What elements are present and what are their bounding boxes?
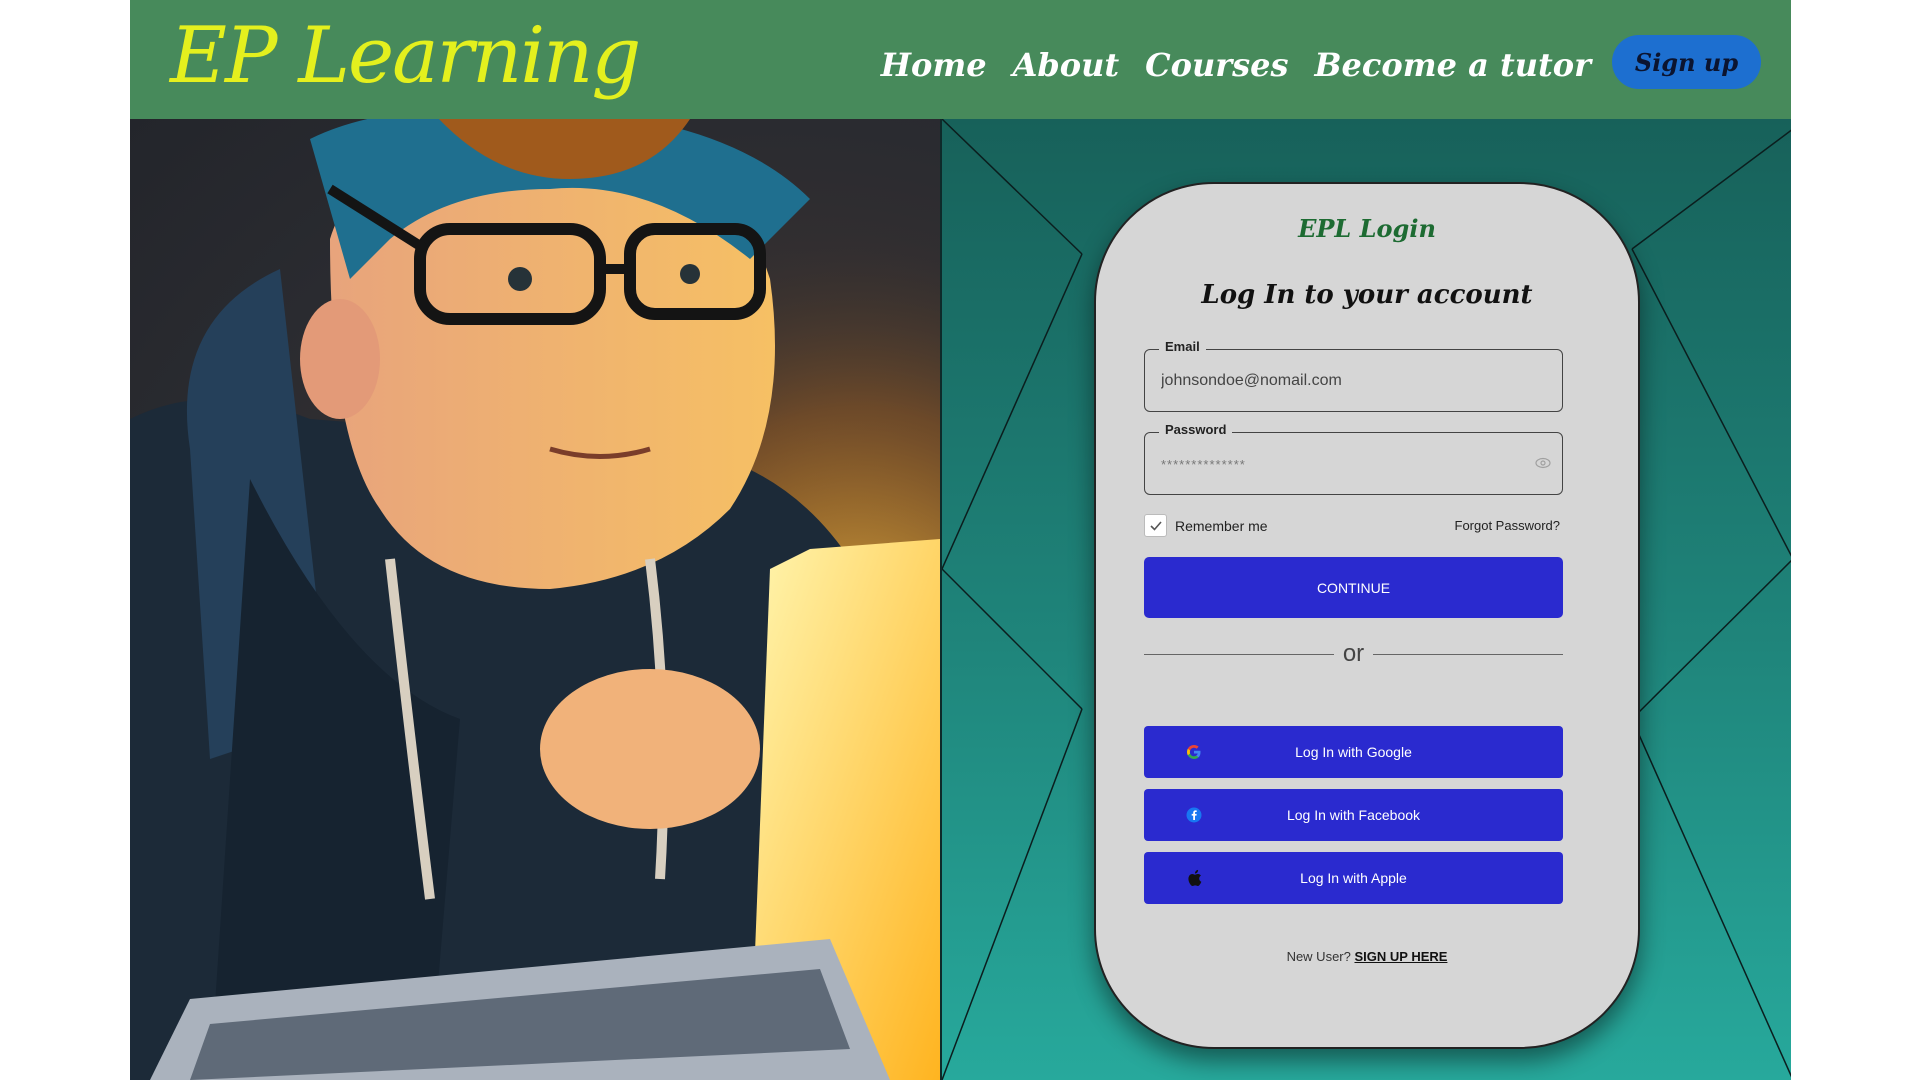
email-label: Email	[1159, 339, 1206, 354]
apple-login-label: Log In with Apple	[1300, 870, 1407, 886]
email-field[interactable]: Email	[1144, 339, 1563, 412]
facebook-login-label: Log In with Facebook	[1286, 807, 1421, 823]
card-brand: EPL Login	[1298, 214, 1436, 243]
nav-become-tutor[interactable]: Become a tutor	[1315, 40, 1592, 90]
google-login-label: Log In with Google	[1295, 744, 1412, 760]
forgot-password-link[interactable]: Forgot Password?	[1455, 518, 1561, 533]
remember-me: Remember me	[1144, 514, 1268, 537]
nav-home[interactable]: Home	[881, 40, 987, 90]
new-user-text: New User?	[1286, 949, 1351, 964]
apple-icon	[1184, 868, 1204, 888]
logo[interactable]: EP Learning	[170, 6, 641, 106]
facebook-icon	[1184, 805, 1204, 825]
nav-courses[interactable]: Courses	[1145, 40, 1288, 90]
top-header: EP Learning Home About Courses Become a …	[130, 0, 1791, 119]
apple-login-button[interactable]: Log In with Apple	[1144, 852, 1563, 904]
login-panel: EPL Login Log In to your account Email P…	[940, 119, 1791, 1080]
main-nav: Home About Courses Become a tutor	[881, 40, 1591, 90]
password-field[interactable]: Password	[1144, 422, 1563, 495]
google-login-button[interactable]: Log In with Google	[1144, 726, 1563, 778]
password-input[interactable]	[1161, 451, 1531, 477]
signup-button[interactable]: Sign up	[1612, 35, 1761, 89]
signup-here-link[interactable]: SIGN UP HERE	[1354, 949, 1447, 964]
email-input[interactable]	[1161, 368, 1531, 394]
new-user-prompt: New User? SIGN UP HERE	[1096, 949, 1638, 964]
card-title: Log In to your account	[1201, 280, 1533, 310]
remember-label: Remember me	[1175, 517, 1268, 534]
hero-illustration	[130, 119, 940, 1080]
check-icon	[1149, 520, 1162, 531]
continue-button[interactable]: CONTINUE	[1144, 557, 1563, 618]
divider-line-right	[1373, 654, 1563, 655]
facebook-login-button[interactable]: Log In with Facebook	[1144, 789, 1563, 841]
login-card: EPL Login Log In to your account Email P…	[1094, 182, 1640, 1049]
google-icon	[1184, 742, 1204, 762]
page-frame: EP Learning Home About Courses Become a …	[130, 0, 1791, 1080]
or-divider: or	[1144, 639, 1563, 669]
nav-about[interactable]: About	[1013, 40, 1120, 90]
password-label: Password	[1159, 422, 1233, 437]
eye-icon[interactable]	[1534, 455, 1552, 473]
remember-checkbox[interactable]	[1144, 514, 1167, 537]
